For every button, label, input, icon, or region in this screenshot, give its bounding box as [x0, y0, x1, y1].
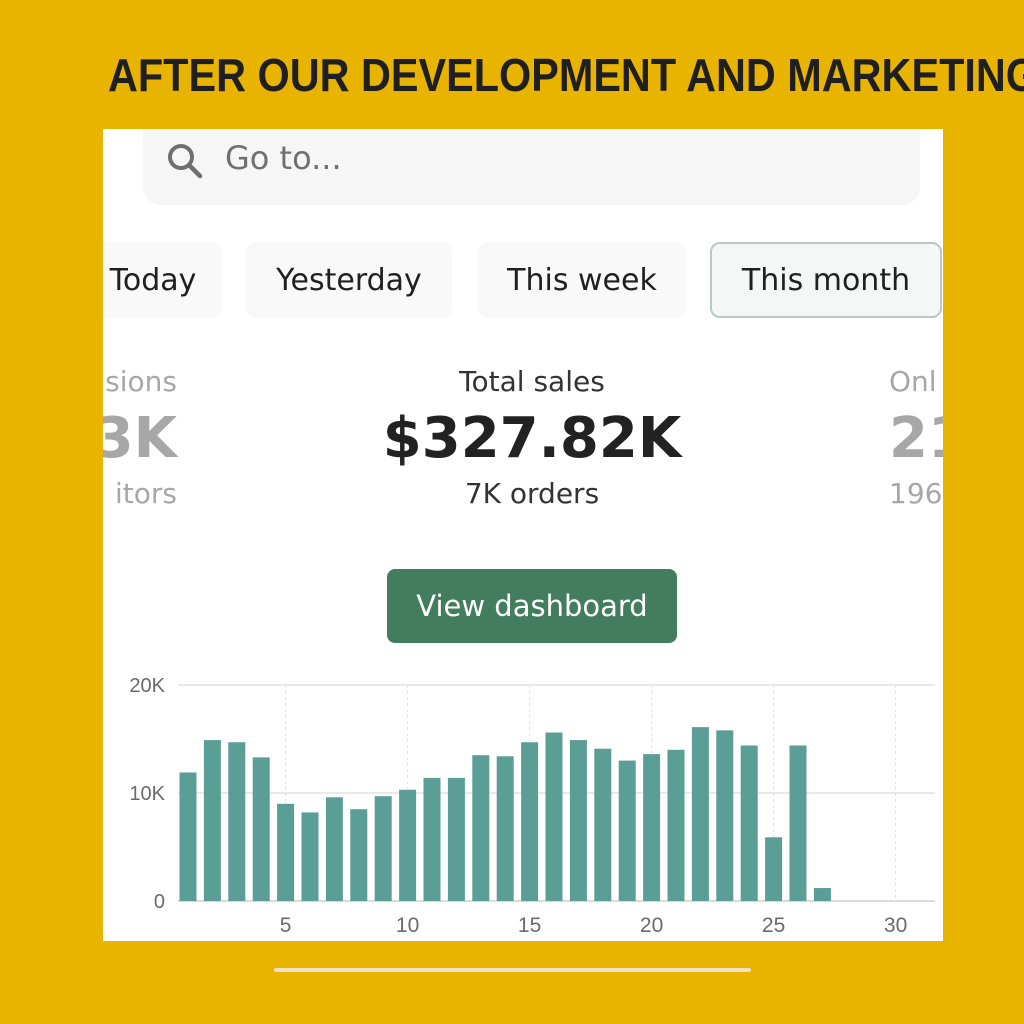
bar — [716, 730, 734, 901]
bar — [203, 740, 221, 901]
tab-yesterday[interactable]: Yesterday — [246, 242, 452, 318]
bar — [569, 740, 587, 901]
bar — [691, 727, 709, 901]
y-tick-label: 20K — [129, 675, 165, 697]
bar — [228, 742, 246, 901]
online-value: 21 — [889, 406, 943, 471]
bar — [545, 732, 563, 901]
bar — [789, 745, 807, 901]
search-icon — [168, 144, 203, 179]
tab-this-month[interactable]: This month — [710, 242, 942, 318]
x-tick-label: 10 — [396, 914, 419, 937]
sales-bar-chart: 0 10K 20K 5 10 15 20 25 30 — [129, 675, 935, 937]
total-sales-orders: 7K orders — [464, 477, 600, 510]
bar — [350, 809, 368, 901]
x-tick-label: 25 — [762, 914, 785, 937]
bar — [423, 777, 441, 901]
sessions-label: sions — [105, 365, 177, 398]
metric-sessions[interactable]: sions 3K itors — [103, 365, 177, 510]
bar — [643, 754, 661, 901]
total-sales-label: Total sales — [459, 365, 605, 398]
bar — [447, 777, 465, 901]
home-indicator — [274, 968, 751, 972]
x-tick-label: 5 — [280, 914, 292, 937]
bar — [496, 756, 514, 901]
bar — [594, 748, 612, 901]
search-bar[interactable]: Go to... — [143, 129, 920, 205]
bar — [813, 888, 831, 901]
bar — [301, 812, 319, 901]
tab-today[interactable]: Today — [103, 242, 223, 318]
search-placeholder: Go to... — [225, 139, 342, 177]
bar — [277, 803, 295, 901]
bar — [667, 749, 685, 901]
online-sub: 196 — [889, 477, 943, 510]
bar — [472, 755, 490, 901]
sessions-sub: itors — [115, 477, 177, 510]
total-sales-value: $327.82K — [382, 406, 682, 471]
x-tick-label: 20 — [640, 914, 663, 937]
bar — [252, 757, 270, 901]
headline: AFTER OUR DEVELOPMENT AND MARKETING — [108, 49, 1024, 101]
bar — [399, 789, 417, 901]
tab-this-week[interactable]: This week — [478, 242, 686, 318]
bar — [618, 760, 636, 901]
metric-online[interactable]: Onl 21 196 — [889, 365, 943, 510]
x-tick-label: 15 — [518, 914, 541, 937]
bar — [740, 745, 758, 901]
y-tick-label: 0 — [154, 891, 165, 913]
view-dashboard-button[interactable]: View dashboard — [387, 569, 677, 643]
sessions-value: 3K — [103, 406, 177, 471]
online-label: Onl — [889, 365, 937, 398]
bar — [325, 797, 343, 901]
x-tick-label: 30 — [884, 914, 907, 937]
bar — [374, 796, 392, 901]
bar — [765, 837, 783, 901]
app-panel: Go to... Today Yesterday This week This … — [103, 129, 943, 941]
bar — [179, 772, 197, 901]
bar — [521, 742, 539, 901]
metric-total-sales[interactable]: Total sales $327.82K 7K orders — [332, 365, 732, 510]
y-tick-label: 10K — [129, 783, 165, 805]
